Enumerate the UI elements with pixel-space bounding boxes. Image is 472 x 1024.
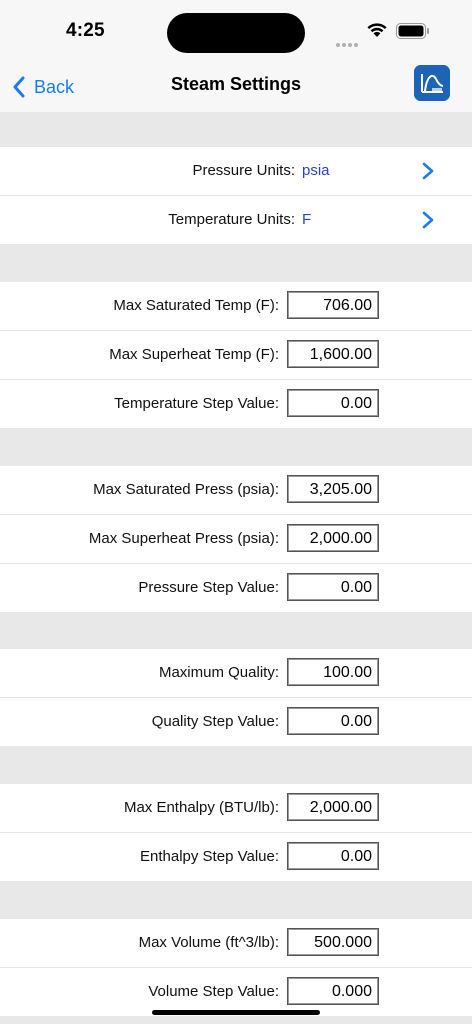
quality-step-row: Quality Step Value: 0.00 bbox=[0, 698, 472, 746]
max-enthalpy-field[interactable]: 2,000.00 bbox=[287, 793, 379, 821]
status-bar: 4:25 bbox=[0, 0, 472, 62]
max-saturated-press-row: Max Saturated Press (psia): 3,205.00 bbox=[0, 466, 472, 515]
page-title: Steam Settings bbox=[170, 74, 302, 94]
quality-group: Maximum Quality: 100.00 Quality Step Val… bbox=[0, 649, 472, 746]
temperature-step-field[interactable]: 0.00 bbox=[287, 389, 379, 417]
dynamic-island bbox=[167, 13, 305, 53]
quality-step-field[interactable]: 0.00 bbox=[287, 707, 379, 735]
maximum-quality-row: Maximum Quality: 100.00 bbox=[0, 649, 472, 698]
temperature-step-label: Temperature Step Value: bbox=[114, 395, 279, 412]
quality-step-label: Quality Step Value: bbox=[151, 713, 279, 730]
temperature-units-value: F bbox=[302, 211, 312, 228]
enthalpy-step-label: Enthalpy Step Value: bbox=[140, 848, 279, 865]
maximum-quality-label: Maximum Quality: bbox=[158, 664, 279, 681]
temperature-group: Max Saturated Temp (F): 706.00 Max Super… bbox=[0, 282, 472, 428]
chevron-right-icon bbox=[422, 211, 434, 229]
max-superheat-temp-label: Max Superheat Temp (F): bbox=[109, 346, 279, 363]
enthalpy-step-row: Enthalpy Step Value: 0.00 bbox=[0, 833, 472, 881]
pressure-units-label: Pressure Units: bbox=[192, 162, 295, 179]
wifi-icon bbox=[366, 22, 388, 43]
max-volume-label: Max Volume (ft^3/lb): bbox=[138, 934, 279, 951]
max-superheat-press-field[interactable]: 2,000.00 bbox=[287, 524, 379, 552]
max-enthalpy-row: Max Enthalpy (BTU/lb): 2,000.00 bbox=[0, 784, 472, 833]
max-saturated-temp-label: Max Saturated Temp (F): bbox=[113, 297, 279, 314]
pressure-units-value: psia bbox=[302, 162, 330, 179]
volume-step-row: Volume Step Value: 0.000 bbox=[0, 968, 472, 1016]
battery-icon bbox=[396, 23, 430, 44]
navigation-bar: Back Steam Settings bbox=[0, 62, 472, 112]
volume-step-label: Volume Step Value: bbox=[148, 983, 279, 1000]
temperature-units-row[interactable]: Temperature Units: F bbox=[0, 196, 472, 244]
home-indicator bbox=[152, 1010, 320, 1015]
pressure-step-label: Pressure Step Value: bbox=[138, 579, 279, 596]
temperature-units-label: Temperature Units: bbox=[168, 211, 295, 228]
units-group: Pressure Units: psia Temperature Units: … bbox=[0, 147, 472, 244]
max-superheat-press-label: Max Superheat Press (psia): bbox=[88, 530, 279, 547]
volume-step-field[interactable]: 0.000 bbox=[287, 977, 379, 1005]
cellular-signal-icon bbox=[336, 34, 360, 52]
max-saturated-press-label: Max Saturated Press (psia): bbox=[93, 481, 279, 498]
max-saturated-press-field[interactable]: 3,205.00 bbox=[287, 475, 379, 503]
max-volume-field[interactable]: 500.000 bbox=[287, 928, 379, 956]
chevron-right-icon bbox=[422, 162, 434, 180]
pressure-step-row: Pressure Step Value: 0.00 bbox=[0, 564, 472, 612]
volume-group: Max Volume (ft^3/lb): 500.000 Volume Ste… bbox=[0, 919, 472, 1016]
max-superheat-temp-field[interactable]: 1,600.00 bbox=[287, 340, 379, 368]
enthalpy-group: Max Enthalpy (BTU/lb): 2,000.00 Enthalpy… bbox=[0, 784, 472, 881]
max-volume-row: Max Volume (ft^3/lb): 500.000 bbox=[0, 919, 472, 968]
enthalpy-step-field[interactable]: 0.00 bbox=[287, 842, 379, 870]
pressure-step-field[interactable]: 0.00 bbox=[287, 573, 379, 601]
max-superheat-temp-row: Max Superheat Temp (F): 1,600.00 bbox=[0, 331, 472, 380]
max-superheat-press-row: Max Superheat Press (psia): 2,000.00 bbox=[0, 515, 472, 564]
max-saturated-temp-row: Max Saturated Temp (F): 706.00 bbox=[0, 282, 472, 331]
app-logo-icon[interactable] bbox=[414, 65, 450, 101]
maximum-quality-field[interactable]: 100.00 bbox=[287, 658, 379, 686]
max-enthalpy-label: Max Enthalpy (BTU/lb): bbox=[123, 799, 279, 816]
status-time: 4:25 bbox=[66, 20, 105, 41]
pressure-units-row[interactable]: Pressure Units: psia bbox=[0, 147, 472, 196]
pressure-group: Max Saturated Press (psia): 3,205.00 Max… bbox=[0, 466, 472, 612]
max-saturated-temp-field[interactable]: 706.00 bbox=[287, 291, 379, 319]
temperature-step-row: Temperature Step Value: 0.00 bbox=[0, 380, 472, 428]
